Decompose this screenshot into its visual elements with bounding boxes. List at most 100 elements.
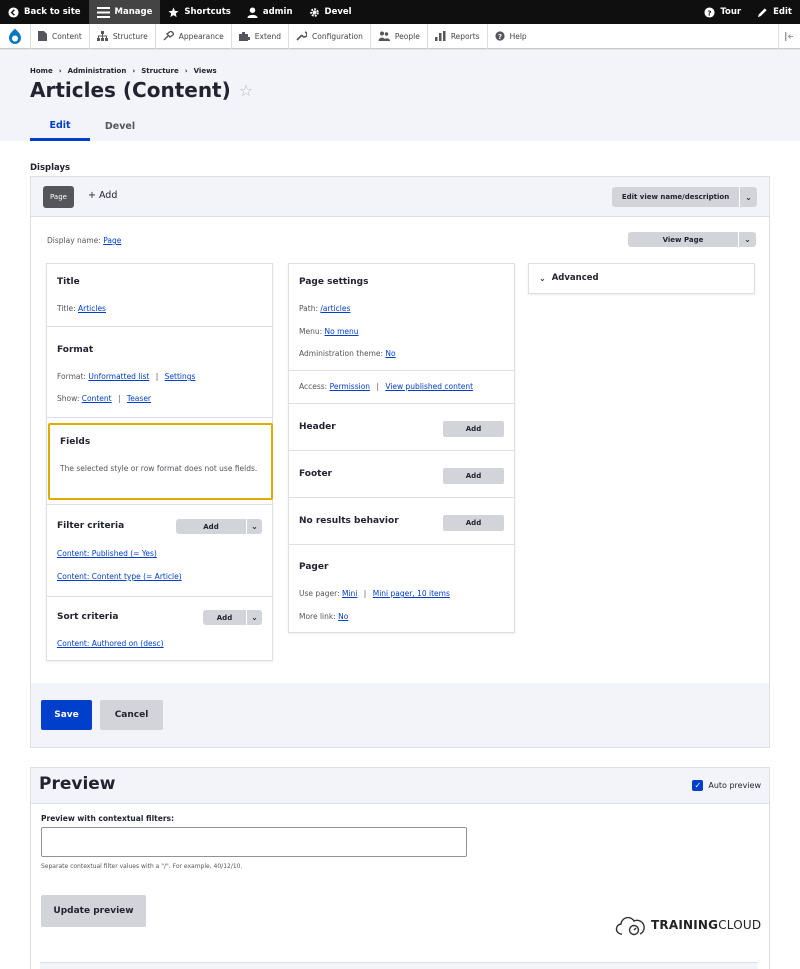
menu-row: Menu: No menu	[299, 327, 359, 336]
sort-add-button[interactable]: Add	[203, 610, 246, 625]
more-link-value[interactable]: No	[338, 612, 348, 621]
filter-add-button[interactable]: Add	[176, 519, 246, 534]
filter-published-link[interactable]: Content: Published (= Yes)	[57, 549, 157, 558]
view-page-button[interactable]: View Page	[628, 232, 738, 247]
tray-item-reports[interactable]: Reports	[426, 23, 487, 49]
contextual-filters-input[interactable]	[41, 827, 467, 857]
tray-item-people[interactable]: People	[369, 23, 427, 49]
user-tab[interactable]: admin	[239, 0, 301, 24]
chevron-down-icon[interactable]: ⌄	[739, 187, 757, 207]
shortcut-star-icon[interactable]: ☆	[239, 81, 253, 100]
mini-pager-link[interactable]: Mini pager, 10 items	[373, 589, 450, 598]
header-heading: Header	[299, 422, 336, 432]
admin-toolbar: Back to site Manage Shortcuts admin Deve…	[0, 0, 800, 24]
tab-devel[interactable]: Devel	[90, 112, 150, 141]
separator: |	[376, 382, 379, 391]
header-section: Header Add	[289, 404, 514, 451]
filter-item: Content: Published (= Yes)	[57, 549, 157, 558]
tray-orientation-toggle[interactable]	[778, 23, 800, 49]
fields-heading: Fields	[60, 437, 91, 447]
header-add-button[interactable]: Add	[443, 421, 504, 437]
no-results-add-button[interactable]: Add	[443, 515, 504, 531]
manage-tab[interactable]: Manage	[88, 0, 161, 24]
access-view-published-link[interactable]: View published content	[385, 382, 473, 391]
no-results-section: No results behavior Add	[289, 498, 514, 545]
filter-item: Content: Content type (= Article)	[57, 572, 182, 581]
more-link-label: More link:	[299, 612, 336, 621]
chevron-down-icon[interactable]: ⌄	[246, 610, 262, 625]
back-to-site-link[interactable]: Back to site	[0, 0, 89, 24]
divider	[289, 370, 514, 371]
format-settings-link[interactable]: Settings	[165, 372, 196, 381]
auto-preview-checkbox[interactable]: ✓ Auto preview	[692, 780, 761, 791]
tray-item-appearance[interactable]: Appearance	[154, 23, 231, 49]
title-value-link[interactable]: Articles	[78, 304, 106, 313]
shortcuts-tab[interactable]: Shortcuts	[160, 0, 238, 24]
separator: |	[155, 372, 159, 381]
paint-icon	[163, 31, 174, 41]
advanced-toggle[interactable]: ⌄ Advanced	[539, 273, 599, 283]
view-page-dropdown: View Page ⌄	[628, 232, 756, 247]
contextual-filters-label: Preview with contextual filters:	[41, 814, 174, 823]
tray-item-configuration[interactable]: Configuration	[288, 23, 370, 49]
svg-text:?: ?	[498, 33, 502, 41]
chevron-down-icon[interactable]: ⌄	[738, 232, 756, 247]
trainingcloud-logo: TRAININGCLOUD	[615, 914, 761, 936]
save-button[interactable]: Save	[41, 700, 92, 730]
preview-results-strip	[40, 962, 758, 969]
sort-authored-link[interactable]: Content: Authored on (desc)	[57, 639, 164, 648]
show-teaser-link[interactable]: Teaser	[127, 394, 151, 403]
tray-item-label: People	[394, 31, 420, 41]
sort-item: Content: Authored on (desc)	[57, 639, 164, 648]
title-label: Title:	[57, 304, 76, 313]
breadcrumb-separator: ›	[58, 67, 62, 75]
footer-add-button[interactable]: Add	[443, 468, 504, 484]
display-name-link[interactable]: Page	[103, 236, 121, 245]
drupal-logo[interactable]	[0, 24, 30, 49]
filter-content-type-link[interactable]: Content: Content type (= Article)	[57, 572, 182, 581]
menu-label: Menu:	[299, 327, 323, 336]
breadcrumb-views[interactable]: Views	[194, 67, 217, 75]
title-row: Title: Articles	[57, 304, 106, 313]
tray-item-extend[interactable]: Extend	[230, 23, 288, 49]
update-preview-button[interactable]: Update preview	[41, 895, 146, 927]
chevron-down-icon[interactable]: ⌄	[246, 519, 262, 534]
tray-item-content[interactable]: Content	[30, 23, 89, 49]
use-pager-link[interactable]: Mini	[342, 589, 357, 598]
access-permission-link[interactable]: Permission	[330, 382, 370, 391]
add-display-button[interactable]: + Add	[88, 190, 117, 201]
preview-title: Preview	[39, 774, 116, 794]
tab-edit[interactable]: Edit	[30, 112, 90, 141]
hamburger-icon	[96, 6, 110, 18]
brand-cloud: CLOUD	[718, 918, 762, 932]
edit-button[interactable]: Edit	[749, 0, 800, 24]
format-label: Format:	[57, 372, 86, 381]
column-second: Page settings Path: /articles Menu: No m…	[288, 263, 515, 633]
brand-training: TRAINING	[651, 918, 719, 932]
breadcrumb-separator: ›	[184, 67, 188, 75]
edit-view-name-button[interactable]: Edit view name/description	[612, 187, 739, 207]
page-settings-section: Page settings Path: /articles Menu: No m…	[289, 264, 514, 404]
fields-section: Fields The selected style or row format …	[48, 423, 273, 500]
menu-link[interactable]: No menu	[325, 327, 359, 336]
format-value-link[interactable]: Unformatted list	[88, 372, 149, 381]
path-link[interactable]: /articles	[320, 304, 350, 313]
admin-theme-link[interactable]: No	[385, 349, 395, 358]
people-icon	[378, 31, 390, 41]
breadcrumb-administration[interactable]: Administration	[68, 67, 127, 75]
breadcrumb-structure[interactable]: Structure	[141, 67, 179, 75]
cancel-button[interactable]: Cancel	[100, 700, 163, 730]
format-section: Format Format: Unformatted list | Settin…	[47, 327, 272, 418]
devel-tab[interactable]: Devel	[301, 0, 360, 24]
path-row: Path: /articles	[299, 304, 350, 313]
show-value-link[interactable]: Content	[82, 394, 112, 403]
sort-heading: Sort criteria	[57, 612, 119, 622]
display-tab-page[interactable]: Page	[43, 186, 74, 208]
back-to-site-label: Back to site	[24, 7, 81, 17]
tray-item-help[interactable]: ? Help	[486, 23, 534, 49]
tour-button[interactable]: ? Tour	[696, 0, 749, 24]
breadcrumb-home[interactable]: Home	[30, 67, 53, 75]
filter-heading: Filter criteria	[57, 521, 125, 531]
tray-item-structure[interactable]: Structure	[88, 23, 155, 49]
gear-icon	[309, 7, 319, 17]
